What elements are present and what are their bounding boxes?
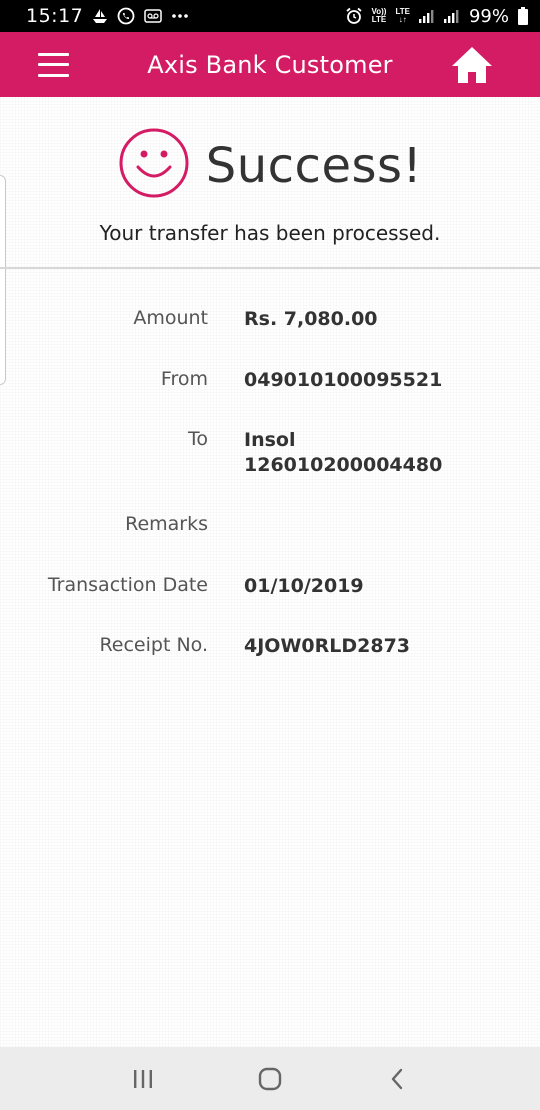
divider xyxy=(0,267,540,269)
detail-value-line: 4JOW0RLD2873 xyxy=(244,635,411,657)
menu-icon[interactable] xyxy=(38,52,69,77)
recent-apps-button[interactable] xyxy=(113,1054,173,1104)
detail-row: Remarks xyxy=(0,513,244,535)
detail-label: Transaction Date xyxy=(47,574,208,596)
detail-value-line: 126010200004480 xyxy=(244,454,443,476)
detail-row: To Insol 126010200004480 xyxy=(0,428,442,478)
detail-value-line: 01/10/2019 xyxy=(244,575,364,597)
alarm-icon xyxy=(345,7,363,25)
detail-value-line: Rs. 7,080.00 xyxy=(244,308,378,330)
success-header: Success! xyxy=(0,127,540,204)
smiley-icon xyxy=(118,127,190,204)
volte-icon: Vo)) LTE xyxy=(372,8,387,24)
home-icon[interactable] xyxy=(450,43,494,87)
detail-label: To xyxy=(187,428,208,450)
signal-strength-icon-2 xyxy=(443,9,460,23)
back-button[interactable] xyxy=(367,1054,427,1104)
home-nav-button[interactable] xyxy=(240,1054,300,1104)
lte-data-icon: LTE ↓↑ xyxy=(395,8,410,24)
main-content: Success! Your transfer has been processe… xyxy=(0,97,540,1047)
signal-strength-icon xyxy=(418,9,435,23)
detail-row: Transaction Date 01/10/2019 xyxy=(0,574,364,599)
detail-value: 4JOW0RLD2873 xyxy=(244,634,410,659)
battery-icon xyxy=(518,7,528,25)
detail-value: 049010100095521 xyxy=(244,368,442,393)
detail-label: Remarks xyxy=(125,513,208,535)
more-notifications-icon xyxy=(171,13,189,19)
detail-value: 01/10/2019 xyxy=(244,574,364,599)
detail-value-line: 049010100095521 xyxy=(244,369,443,391)
detail-label: Receipt No. xyxy=(99,634,208,656)
detail-label: From xyxy=(160,368,208,390)
detail-value-line: Insol xyxy=(244,429,296,451)
app-bar: Axis Bank Customer xyxy=(0,32,540,97)
detail-row: From 049010100095521 xyxy=(0,368,442,393)
whatsapp-call-icon xyxy=(117,7,135,25)
detail-value: Insol 126010200004480 xyxy=(244,428,442,478)
status-left: 15:17 xyxy=(26,5,189,27)
battery-percent: 99% xyxy=(468,5,509,27)
volte-bottom: LTE xyxy=(371,15,387,24)
detail-row: Receipt No. 4JOW0RLD2873 xyxy=(0,634,410,659)
lte-arrows-icon: ↓↑ xyxy=(398,15,407,24)
success-title: Success! xyxy=(205,137,423,194)
status-time: 15:17 xyxy=(26,5,84,27)
detail-value: Rs. 7,080.00 xyxy=(244,307,378,332)
detail-row: Amount Rs. 7,080.00 xyxy=(0,307,378,332)
status-right: Vo)) LTE LTE ↓↑ 99% xyxy=(345,5,528,27)
detail-label: Amount xyxy=(133,307,208,329)
voicemail-icon xyxy=(144,9,163,23)
boat-notification-icon xyxy=(92,8,108,24)
status-bar: 15:17 Vo)) LTE LTE ↓↑ 99% xyxy=(0,0,540,32)
success-subtitle: Your transfer has been processed. xyxy=(99,221,441,245)
system-nav-bar xyxy=(0,1047,540,1110)
side-drawer-handle[interactable] xyxy=(0,175,6,385)
